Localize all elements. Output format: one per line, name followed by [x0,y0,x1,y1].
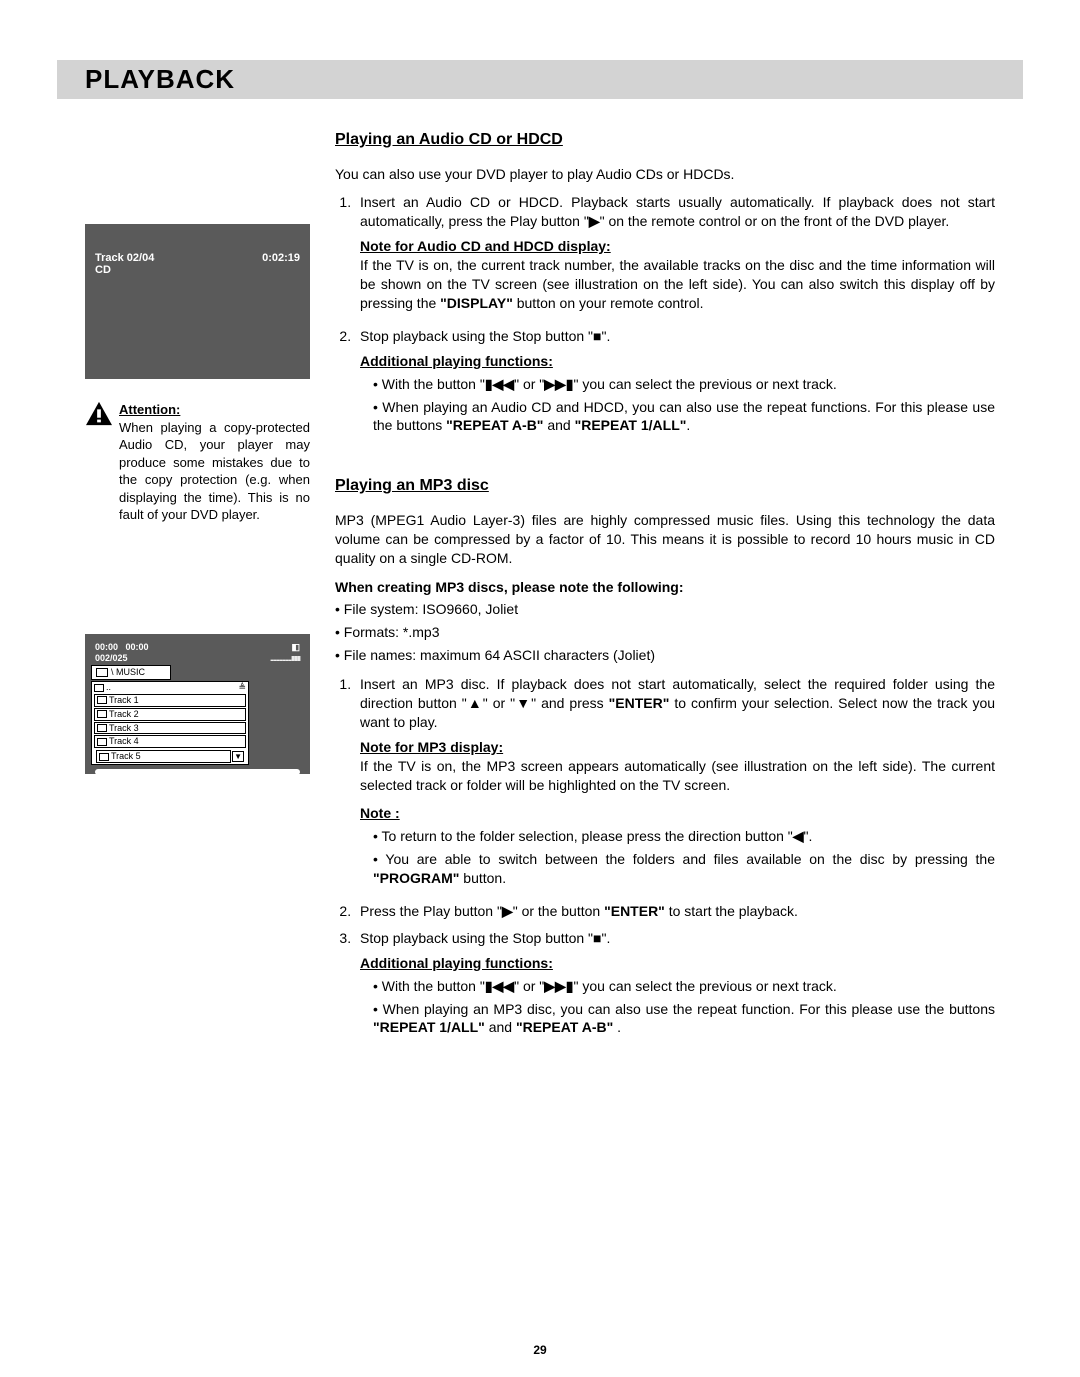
attention-heading: Attention: [119,402,180,417]
cd-track-label: Track 02/04 [95,252,154,264]
cd-step-1: Insert an Audio CD or HDCD. Playback sta… [355,193,995,312]
cd-additional-head: Additional playing functions: [360,353,553,369]
next-track-icon: ▶▶▮ [544,376,573,392]
right-column: Playing an Audio CD or HDCD You can also… [335,129,995,1047]
mp3-mode-icon: ◧ [291,642,300,653]
mp3-up-label: .. [106,682,111,693]
warning-icon [85,401,113,427]
section-heading-cd: Playing an Audio CD or HDCD [335,129,995,151]
stop-icon: ■ [593,328,601,344]
attention-box: Attention: When playing a copy-protected… [85,401,310,524]
cd-type-label: CD [95,264,154,276]
repeat-1all-ref: "REPEAT 1/ALL" [373,1019,485,1035]
manual-page: PLAYBACK Track 02/04 CD 0:02:19 Attentio… [0,0,1080,1377]
cd-steps: Insert an Audio CD or HDCD. Playback sta… [335,193,995,435]
file-icon [97,738,107,746]
mp3-progress-track [95,769,300,775]
list-item: Track 1 [94,694,246,707]
repeat-ab-ref: "REPEAT A-B" [516,1019,613,1035]
mp3-folder-name: \ MUSIC [111,667,145,678]
mp3-time2: 00:00 [126,642,149,652]
enter-button-ref: "ENTER" [609,695,670,711]
page-title: PLAYBACK [57,60,1023,99]
mp3-step-3: Stop playback using the Stop button "■".… [355,929,995,1037]
cd-time-label: 0:02:19 [262,252,300,369]
mp3-note-head: Note for MP3 display: [360,739,503,755]
list-item: Track 5 [96,750,231,763]
list-item: Track 4 [94,735,246,748]
mp3-create-head: When creating MP3 discs, please note the… [335,578,995,597]
next-track-icon: ▶▶▮ [544,978,573,994]
down-arrow-icon: ▼ [232,751,244,763]
mp3-create-list: File system: ISO9660, Joliet Formats: *.… [335,600,995,665]
mp3-intro: MP3 (MPEG1 Audio Layer-3) files are high… [335,511,995,568]
mp3-note2-head: Note : [360,805,400,821]
mp3-track-list: .. ≜ Track 1 Track 2 Track 3 Track 4 Trac… [91,681,249,765]
left-column: Track 02/04 CD 0:02:19 Attention: When p… [85,129,310,1047]
attention-text: Attention: When playing a copy-protected… [119,401,310,524]
left-arrow-icon: ◀ [793,828,804,844]
section-heading-mp3: Playing an MP3 disc [335,475,995,497]
mp3-step-1: Insert an MP3 disc. If playback does not… [355,675,995,888]
mp3-display-illustration: 00:00 00:00 ◧ 002/025 ..............ıııı… [85,634,310,774]
stop-icon: ■ [593,930,601,946]
content-columns: Track 02/04 CD 0:02:19 Attention: When p… [85,129,995,1047]
mp3-steps: Insert an MP3 disc. If playback does not… [335,675,995,1037]
list-item: Track 3 [94,722,246,735]
mp3-count: 002/025 [95,653,128,664]
cd-additional-list: With the button "▮◀◀" or "▶▶▮" you can s… [368,375,995,436]
display-button-ref: "DISPLAY" [440,295,513,311]
mp3-additional-list: With the button "▮◀◀" or "▶▶▮" you can s… [368,977,995,1038]
mp3-time1: 00:00 [95,642,118,652]
up-arrow-icon: ▲ [467,695,483,711]
page-number: 29 [0,1343,1080,1357]
file-icon [97,710,107,718]
enter-button-ref: "ENTER" [604,903,665,919]
mp3-folder-tab: \ MUSIC [91,665,171,680]
repeat-1all-ref: "REPEAT 1/ALL" [575,417,687,433]
file-icon [99,753,109,761]
repeat-ab-ref: "REPEAT A-B" [446,417,543,433]
list-item: Track 2 [94,708,246,721]
play-icon: ▶ [589,213,600,229]
cd-step-2: Stop playback using the Stop button "■".… [355,327,995,435]
eject-icon: ≜ [238,682,246,693]
folder-icon [96,668,108,677]
play-icon: ▶ [502,903,513,919]
attention-body: When playing a copy-protected Audio CD, … [119,420,310,523]
down-arrow-icon: ▼ [515,695,531,711]
file-icon [97,724,107,732]
folder-up-icon [94,684,104,692]
cd-note-head: Note for Audio CD and HDCD display: [360,238,611,254]
prev-track-icon: ▮◀◀ [485,376,514,392]
cd-display-illustration: Track 02/04 CD 0:02:19 [85,224,310,379]
program-button-ref: "PROGRAM" [373,870,459,886]
cd-intro: You can also use your DVD player to play… [335,165,995,184]
file-icon [97,696,107,704]
prev-track-icon: ▮◀◀ [485,978,514,994]
mp3-eq-bars: ..............ıııııı [266,653,300,664]
mp3-note-list: To return to the folder selection, pleas… [368,827,995,888]
mp3-step-2: Press the Play button "▶" or the button … [355,902,995,921]
mp3-additional-head: Additional playing functions: [360,955,553,971]
